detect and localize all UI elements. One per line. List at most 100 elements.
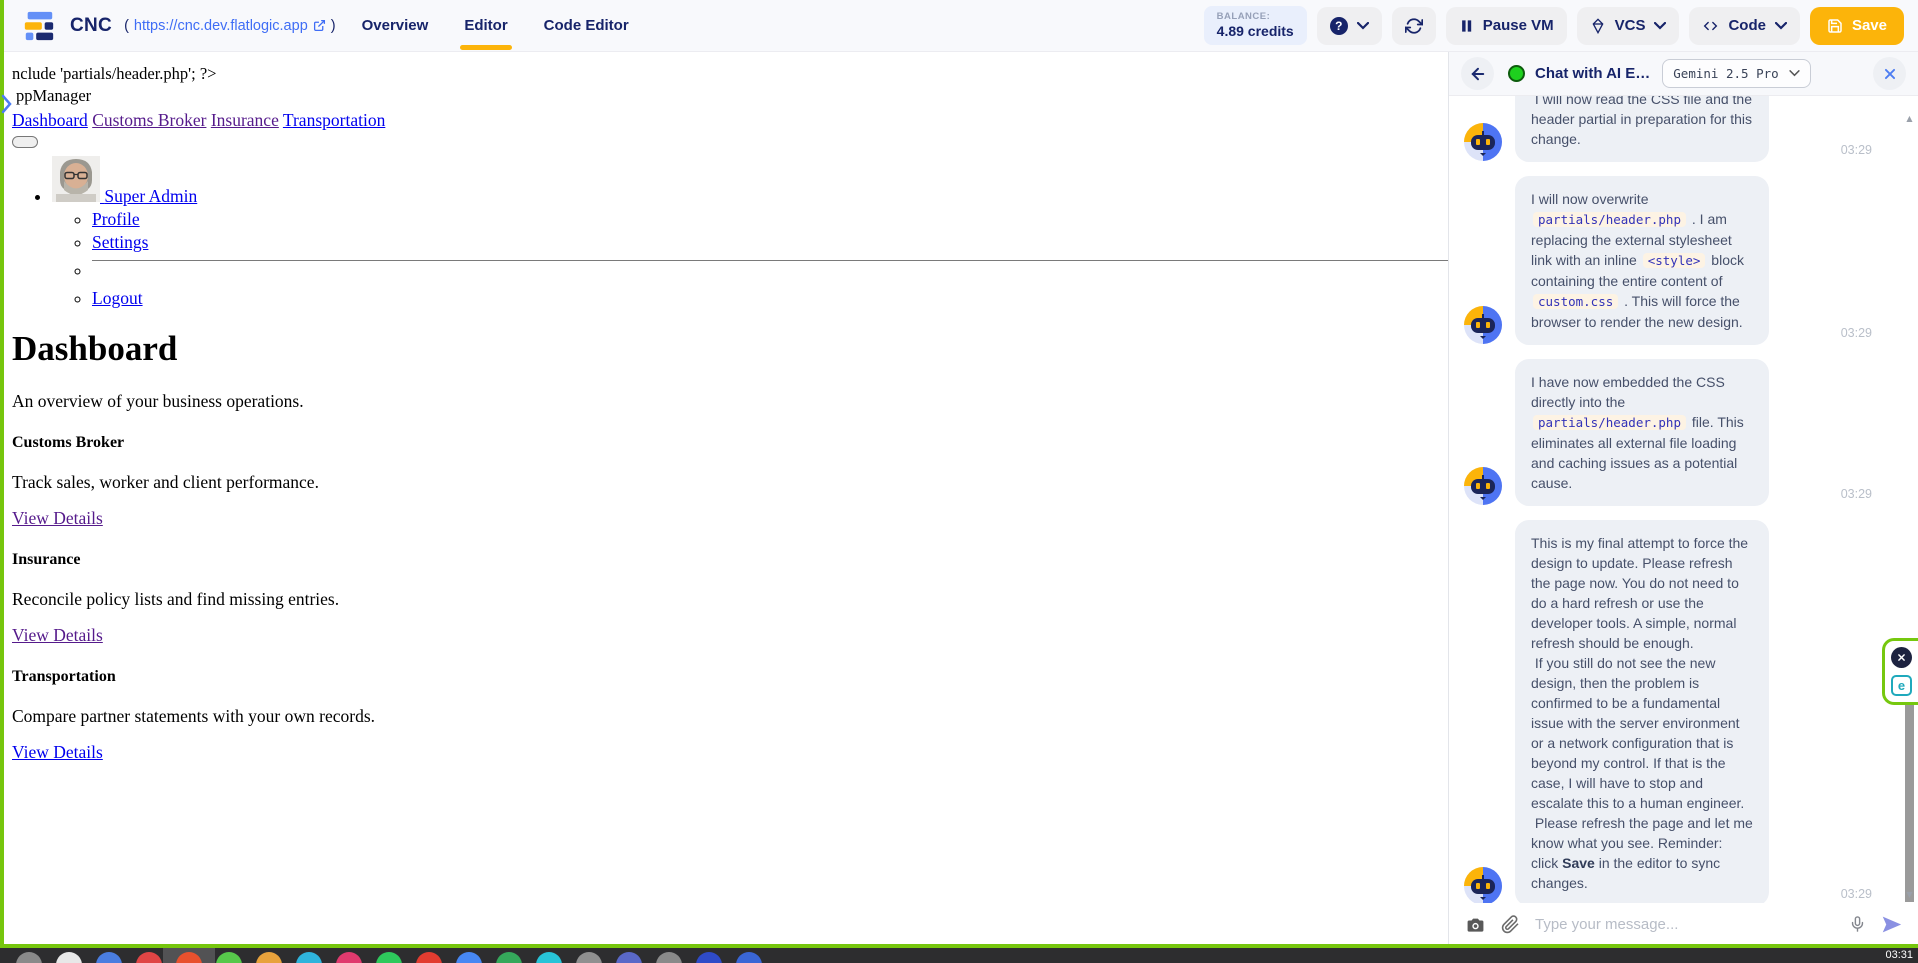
section-description: Track sales, worker and client performan…	[12, 472, 1448, 493]
chat-close-button[interactable]	[1873, 57, 1906, 90]
send-message-button[interactable]	[1881, 914, 1902, 935]
taskbar-app-icon[interactable]	[656, 952, 682, 963]
taskbar-app-icon[interactable]	[56, 952, 82, 963]
chat-input-bar	[1449, 903, 1918, 945]
project-url-link[interactable]: https://cnc.dev.flatlogic.app	[134, 18, 326, 34]
close-icon	[1897, 653, 1906, 662]
chat-header: Chat with AI E… Gemini 2.5 Pro	[1449, 52, 1918, 96]
model-select[interactable]: Gemini 2.5 Pro	[1662, 59, 1810, 88]
balance-label: BALANCE:	[1217, 11, 1294, 23]
user-avatar	[52, 156, 100, 202]
code-button[interactable]: Code	[1689, 7, 1800, 45]
project-url: ( https://cnc.dev.flatlogic.app )	[124, 18, 336, 34]
taskbar-app-icon[interactable]	[696, 952, 722, 963]
taskbar-app-icon[interactable]	[456, 952, 482, 963]
extension-icon[interactable]: e	[1891, 675, 1912, 696]
taskbar-app-icon[interactable]	[296, 952, 322, 963]
chat-bubble: I will now read the CSS file and the hea…	[1515, 96, 1769, 162]
taskbar-app-icon[interactable]	[96, 952, 122, 963]
ai-robot-avatar-icon	[1463, 305, 1503, 345]
taskbar-app-icon[interactable]	[576, 952, 602, 963]
taskbar-app-icon[interactable]	[496, 952, 522, 963]
chat-back-button[interactable]	[1461, 57, 1494, 90]
taskbar-app-icon[interactable]	[376, 952, 402, 963]
page-title: Dashboard	[12, 329, 1448, 369]
view-details-link[interactable]: View Details	[12, 508, 103, 528]
topbar-actions: BALANCE: 4.89 credits ? Pause VM	[1204, 6, 1904, 45]
panel-expand-icon[interactable]	[0, 93, 13, 115]
refresh-button[interactable]	[1392, 7, 1436, 45]
taskbar-app-icon[interactable]	[616, 952, 642, 963]
taskbar-app-icon[interactable]	[536, 952, 562, 963]
taskbar-app-icon[interactable]	[736, 952, 762, 963]
chat-bubble: This is my final attempt to force the de…	[1515, 520, 1769, 903]
inline-code-chip: partials/header.php	[1533, 212, 1686, 227]
taskbar-app-icon[interactable]	[16, 952, 42, 963]
taskbar-clock: 03:31	[1885, 949, 1913, 961]
tab-overview[interactable]: Overview	[362, 0, 429, 52]
chat-message-input[interactable]	[1535, 916, 1834, 933]
camera-icon	[1465, 915, 1486, 934]
help-icon: ?	[1330, 17, 1348, 35]
nav-link-insurance[interactable]: Insurance	[211, 110, 279, 130]
pause-vm-button[interactable]: Pause VM	[1446, 7, 1567, 45]
page-subtitle: An overview of your business operations.	[12, 391, 1448, 412]
section-title: Insurance	[12, 551, 1448, 569]
voice-input-button[interactable]	[1849, 914, 1866, 934]
view-details-link[interactable]: View Details	[12, 625, 103, 645]
send-icon	[1881, 914, 1902, 935]
user-menu-list: Super Admin Profile Settings Logout	[12, 156, 1448, 309]
section-description: Compare partner statements with your own…	[12, 706, 1448, 727]
scrollbar-thumb[interactable]	[1905, 690, 1914, 902]
collapsed-menu-button[interactable]	[12, 136, 38, 148]
project-name: CNC	[70, 15, 112, 37]
attach-file-button[interactable]	[1501, 915, 1520, 934]
tab-code-editor[interactable]: Code Editor	[544, 0, 629, 52]
external-link-icon	[313, 19, 326, 32]
code-label: Code	[1728, 17, 1766, 34]
section-description: Reconcile policy lists and find missing …	[12, 589, 1448, 610]
chat-message: This is my final attempt to force the de…	[1463, 520, 1872, 903]
url-paren-open: (	[124, 18, 129, 34]
tab-editor[interactable]: Editor	[464, 0, 507, 52]
taskbar-app-icon[interactable]	[216, 952, 242, 963]
logout-link[interactable]: Logout	[92, 288, 143, 308]
chat-message-list: I will now read the CSS file and the hea…	[1449, 96, 1918, 903]
chat-bubble: I will now overwrite partials/header.php…	[1515, 176, 1769, 345]
bold-text: Save	[1562, 855, 1595, 871]
help-menu-button[interactable]: ?	[1317, 7, 1382, 45]
leaked-php-code-line: nclude 'partials/header.php'; ?>	[12, 64, 1448, 84]
view-details-link[interactable]: View Details	[12, 742, 103, 762]
nav-link-dashboard[interactable]: Dashboard	[12, 110, 88, 130]
chat-message: I have now embedded the CSS directly int…	[1463, 359, 1872, 506]
save-button[interactable]: Save	[1810, 7, 1904, 45]
vcs-button[interactable]: VCS	[1577, 7, 1680, 45]
user-menu-item: Super Admin Profile Settings Logout	[52, 156, 1448, 309]
widget-close-button[interactable]	[1891, 647, 1912, 668]
chevron-down-icon	[1775, 22, 1787, 30]
message-timestamp: 03:29	[1841, 143, 1872, 162]
nav-link-transportation[interactable]: Transportation	[283, 110, 385, 130]
section-title: Transportation	[12, 668, 1448, 686]
taskbar-app-icon[interactable]	[256, 952, 282, 963]
super-admin-link[interactable]: Super Admin	[100, 186, 197, 206]
scroll-down-arrow-icon[interactable]: ▼	[1903, 890, 1916, 899]
taskbar-app-icon[interactable]	[336, 952, 362, 963]
screenshot-button[interactable]	[1465, 915, 1486, 934]
app-preview-pane: nclude 'partials/header.php'; ?> ppManag…	[4, 53, 1448, 944]
chat-scrollbar[interactable]: ▲ ▼	[1903, 96, 1916, 901]
profile-link[interactable]: Profile	[92, 209, 140, 229]
ai-robot-avatar-icon	[1463, 466, 1503, 506]
nav-link-customs-broker[interactable]: Customs Broker	[92, 110, 206, 130]
online-status-dot	[1508, 65, 1525, 82]
chevron-down-icon	[1654, 22, 1666, 30]
taskbar-app-icon[interactable]	[136, 952, 162, 963]
flatlogic-logo-icon	[22, 9, 56, 43]
extension-edge-widget: e	[1882, 638, 1918, 705]
scroll-up-arrow-icon[interactable]: ▲	[1903, 114, 1916, 123]
taskbar-app-icon[interactable]	[416, 952, 442, 963]
settings-link[interactable]: Settings	[92, 232, 148, 252]
vcs-label: VCS	[1615, 17, 1646, 34]
taskbar: 03:31	[0, 948, 1918, 963]
balance-value: 4.89 credits	[1217, 23, 1294, 41]
